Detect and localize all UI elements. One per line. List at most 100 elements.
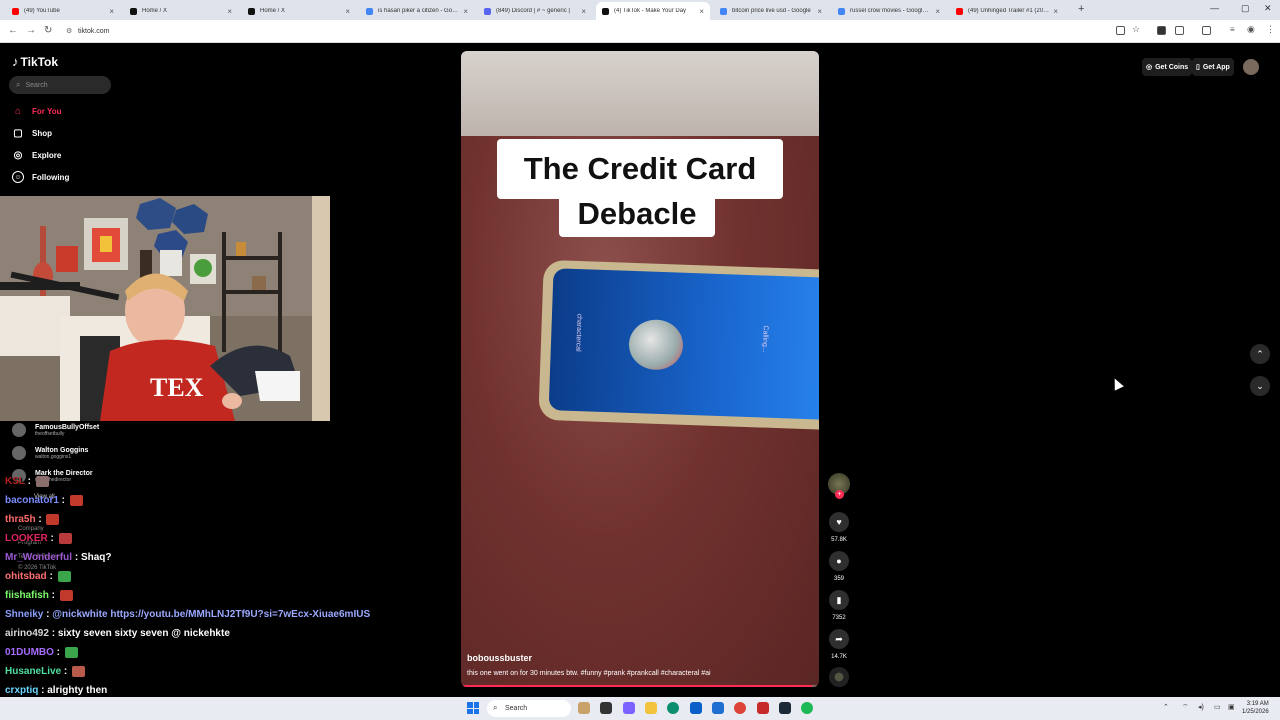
search-input[interactable]: ⌕ Search [9, 76, 111, 94]
share-action[interactable]: ➦ 14.7K [829, 629, 849, 660]
following-account[interactable]: FamousBullyOffset theoffsetbully [12, 423, 99, 437]
caption-text-1: The Credit Card [523, 151, 757, 186]
browser-tab[interactable]: bitcoin price live usd - Google × [714, 2, 828, 20]
browser-tab[interactable]: (49) YouTube × [6, 2, 120, 20]
new-tab-button[interactable]: + [1078, 3, 1084, 15]
taskbar-app-explorer[interactable] [645, 702, 657, 714]
profile-icon[interactable]: ◉ [1247, 24, 1255, 35]
tray-volume-icon[interactable]: ◂) [1198, 703, 1204, 711]
save-action[interactable]: ▮ 7352 [829, 590, 849, 621]
url-text: tiktok.com [78, 28, 110, 35]
forward-button[interactable]: → [26, 25, 36, 36]
screen-share-icon[interactable] [1116, 26, 1125, 35]
back-button[interactable]: ← [8, 25, 18, 36]
tab-close-icon[interactable]: × [109, 7, 114, 16]
tab-close-icon[interactable]: × [227, 7, 232, 16]
video-progress-bar[interactable] [461, 685, 819, 687]
close-window-button[interactable]: ✕ [1264, 3, 1272, 14]
account-handle: walton.goggins1 [35, 453, 72, 460]
tab-close-icon[interactable]: × [581, 7, 586, 16]
footer-company[interactable]: Company [18, 526, 44, 532]
taskbar-app-store[interactable] [690, 702, 702, 714]
share-arrow-icon[interactable]: ➦ [829, 629, 849, 649]
comment-icon[interactable]: ● [829, 551, 849, 571]
tab-close-icon[interactable]: × [345, 7, 350, 16]
taskbar-app-copilot[interactable] [623, 702, 635, 714]
browser-tab[interactable]: Home / X × [242, 2, 356, 20]
chat-message: Shneiky : @nickwhite https://youtu.be/MM… [5, 609, 370, 620]
chat-username: airino492 [5, 628, 49, 639]
previous-video-button[interactable]: ⌃ [1250, 344, 1270, 364]
tray-display-icon[interactable]: ▣ [1228, 703, 1235, 711]
following-account[interactable]: Walton Goggins walton.goggins1 [12, 446, 88, 460]
search-placeholder: Search [25, 81, 48, 89]
bookmark-star-icon[interactable]: ☆ [1132, 24, 1140, 35]
sidebar-icon[interactable] [1202, 26, 1211, 35]
nav-for-you[interactable]: ⌂ For You [12, 105, 62, 117]
nav-shop[interactable]: ▢ Shop [12, 127, 52, 139]
tab-favicon-icon [602, 7, 609, 15]
tab-close-icon[interactable]: × [463, 7, 468, 16]
tab-favicon-icon [12, 7, 19, 15]
extensions-puzzle-icon[interactable] [1175, 26, 1184, 35]
site-info-icon[interactable]: ⚙ [66, 27, 72, 35]
taskbar-app-widget[interactable] [578, 702, 590, 714]
browser-tab[interactable]: is hasan piker a citizen - Google × [360, 2, 474, 20]
follow-plus-icon[interactable]: + [835, 490, 844, 499]
bookmark-icon[interactable]: ▮ [829, 590, 849, 610]
taskbar-clock[interactable]: 3:19 AM 1/25/2026 [1242, 700, 1269, 716]
nav-following[interactable]: ☺ Following [12, 171, 69, 183]
phone-call-status: Calling... [760, 325, 769, 353]
chat-emote-icon [57, 571, 71, 582]
taskbar-app-steam[interactable] [779, 702, 791, 714]
taskbar-app-obs[interactable] [757, 702, 769, 714]
tray-chevron-icon[interactable]: ⌃ [1163, 703, 1169, 711]
like-action[interactable]: ♥ 57.8K [829, 512, 849, 543]
address-bar[interactable]: ⚙ tiktok.com [62, 23, 1102, 40]
tray-battery-icon[interactable]: ▭ [1214, 703, 1221, 711]
tab-search-icon[interactable]: ≡ [1230, 25, 1235, 34]
taskbar-app-spotify[interactable] [801, 702, 813, 714]
menu-icon[interactable]: ⋮ [1266, 24, 1275, 35]
save-count: 7352 [832, 615, 846, 621]
tiktok-logo[interactable]: ♪ TikTok [12, 54, 58, 69]
taskbar-search[interactable]: ⌕ Search [487, 700, 571, 717]
taskbar-app-mail[interactable] [712, 702, 724, 714]
tab-close-icon[interactable]: × [1053, 7, 1058, 16]
browser-tab[interactable]: (4) TikTok - Make Your Day × [596, 2, 710, 20]
video-player[interactable]: The Credit Card Debacle charactercal Cal… [461, 51, 819, 687]
heart-icon[interactable]: ♥ [829, 512, 849, 532]
shirt-lettering: TEX [150, 373, 204, 402]
profile-avatar[interactable] [1243, 59, 1259, 75]
avatar [12, 423, 26, 437]
taskbar-app-taskview[interactable] [600, 702, 612, 714]
taskbar-app-edge[interactable] [667, 702, 679, 714]
tab-favicon-icon [130, 7, 137, 15]
tab-close-icon[interactable]: × [935, 7, 940, 16]
comment-action[interactable]: ● 359 [829, 551, 849, 582]
browser-tab[interactable]: (849) Discord | # ~ generic | × [478, 2, 592, 20]
minimize-button[interactable]: — [1210, 3, 1219, 13]
browser-tab[interactable]: russel crow movies - Google Se × [832, 2, 946, 20]
browser-tab[interactable]: (49) Unhinged Trailer #1 (2020 × [950, 2, 1064, 20]
tray-network-icon[interactable]: ⌔ [1182, 703, 1189, 712]
music-disc-icon[interactable] [829, 667, 849, 687]
extension-icon[interactable] [1157, 26, 1166, 35]
get-app-button[interactable]: ▯ Get App [1192, 58, 1234, 76]
maximize-button[interactable]: ▢ [1241, 3, 1250, 14]
get-coins-button[interactable]: ◎ Get Coins [1142, 58, 1193, 76]
phone-icon: ▯ [1196, 64, 1200, 71]
start-button[interactable] [467, 702, 479, 714]
nav-explore[interactable]: ◎ Explore [12, 149, 62, 161]
browser-tab[interactable]: Home / X × [124, 2, 238, 20]
taskbar-app-chrome[interactable] [734, 702, 746, 714]
next-video-button[interactable]: ⌄ [1250, 376, 1270, 396]
reload-button[interactable]: ↻ [44, 25, 52, 36]
video-username[interactable]: boboussbuster [467, 653, 532, 663]
chat-message: KSL : [5, 476, 49, 487]
tab-close-icon[interactable]: × [817, 7, 822, 16]
chat-message: crxptiq : alrighty then [5, 685, 107, 696]
tab-close-icon[interactable]: × [699, 7, 704, 16]
video-description[interactable]: this one went on for 30 minutes btw. #fu… [467, 670, 711, 677]
chat-separator: : [46, 571, 56, 583]
